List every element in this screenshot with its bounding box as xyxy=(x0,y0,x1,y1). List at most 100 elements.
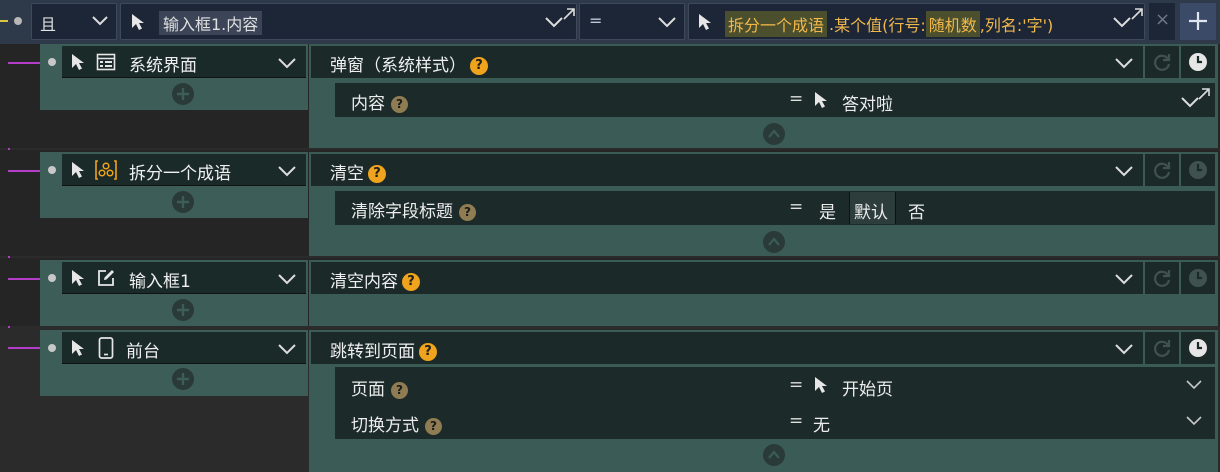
help-icon[interactable]: ? xyxy=(425,417,442,435)
chevron-down-icon xyxy=(1115,344,1133,355)
chevron-down-icon xyxy=(92,16,108,26)
cursor-icon xyxy=(132,14,144,30)
refresh-icon xyxy=(1154,340,1171,357)
drag-handle-dot[interactable] xyxy=(48,58,56,66)
action-select[interactable] xyxy=(311,154,1143,186)
tree-branch xyxy=(8,62,40,64)
help-icon[interactable]: ? xyxy=(402,273,420,291)
help-icon[interactable]: ? xyxy=(419,343,437,361)
condition-bar: 且 输入框1.内容 = 拆分一个成语 . 某个值 (行号: 随机数 ,列名:'字… xyxy=(0,0,1220,44)
expand-icon[interactable] xyxy=(562,7,576,21)
add-condition-button[interactable] xyxy=(1180,3,1216,40)
add-target-button[interactable] xyxy=(172,83,194,105)
chevron-down-icon xyxy=(1186,380,1202,390)
action-label: 跳转到页面? xyxy=(330,337,437,362)
loop-button[interactable] xyxy=(1145,262,1179,294)
delay-button[interactable] xyxy=(1181,332,1215,364)
target-select[interactable]: 系统界面 xyxy=(62,46,306,78)
logic-select[interactable]: 且 xyxy=(31,3,117,40)
option-no[interactable]: 否 xyxy=(896,192,940,224)
action-select[interactable] xyxy=(311,262,1143,294)
help-icon[interactable]: ? xyxy=(368,165,386,183)
phone-icon xyxy=(98,337,114,359)
delay-button[interactable] xyxy=(1181,154,1215,186)
left-operand-field[interactable]: 输入框1.内容 xyxy=(120,3,577,40)
clock-icon xyxy=(1189,339,1207,357)
action-label: 弹窗（系统样式）? xyxy=(330,51,488,76)
drag-handle-dot[interactable] xyxy=(48,344,56,352)
clock-icon xyxy=(1189,161,1207,179)
loop-button[interactable] xyxy=(1145,332,1179,364)
collapse-button[interactable] xyxy=(763,123,785,145)
remove-condition-button[interactable]: × xyxy=(1149,3,1175,40)
delay-button[interactable] xyxy=(1181,262,1215,294)
equals-sign: = xyxy=(789,197,804,217)
target-select[interactable]: 输入框1 xyxy=(62,262,306,294)
target-select[interactable]: 拆分一个成语 xyxy=(62,154,306,186)
expand-icon[interactable] xyxy=(1197,87,1211,101)
plus-icon xyxy=(177,196,189,208)
target-label: 前台 xyxy=(126,342,160,362)
chevron-down-icon xyxy=(1186,416,1202,426)
content-value: 答对啦 xyxy=(842,95,893,115)
page-value: 开始页 xyxy=(842,380,893,400)
expand-icon[interactable] xyxy=(1130,7,1144,21)
help-icon[interactable]: ? xyxy=(470,57,488,75)
arg-random: 随机数 xyxy=(925,11,980,37)
chevron-down-icon xyxy=(1115,58,1133,69)
option-default[interactable]: 默认 xyxy=(849,192,896,224)
content-value-field[interactable]: 答对啦 xyxy=(805,84,1215,116)
window-icon xyxy=(96,53,116,71)
target-label: 拆分一个成语 xyxy=(129,164,231,184)
tree-branch xyxy=(8,278,40,280)
chevron-down-icon xyxy=(278,274,296,285)
cursor-icon xyxy=(72,340,84,356)
target-select[interactable]: 前台 xyxy=(62,332,306,364)
refresh-icon xyxy=(1154,54,1171,71)
chevron-down-icon xyxy=(278,344,296,355)
collapse-button[interactable] xyxy=(763,231,785,253)
param-row: 清除字段标题? = xyxy=(335,191,1215,225)
operator-select[interactable]: = xyxy=(579,3,685,40)
add-target-button[interactable] xyxy=(172,299,194,321)
plus-icon xyxy=(177,373,189,385)
help-icon[interactable]: ? xyxy=(391,381,408,399)
param-label: 清除字段标题? xyxy=(351,197,476,222)
args-open: (行号: xyxy=(882,16,926,35)
function-name: 拆分一个成语 xyxy=(725,11,828,37)
help-icon[interactable]: ? xyxy=(459,203,476,221)
plus-icon xyxy=(177,304,189,316)
collapse-button[interactable] xyxy=(763,444,785,466)
option-yes[interactable]: 是 xyxy=(805,192,849,224)
method-name: 某个值 xyxy=(834,16,883,35)
option-yes-label: 是 xyxy=(819,203,836,223)
action-label: 清空内容? xyxy=(330,267,420,292)
loop-button[interactable] xyxy=(1145,154,1179,186)
cursor-icon xyxy=(72,162,84,178)
action-name: 跳转到页面 xyxy=(330,342,415,362)
right-operand-field[interactable]: 拆分一个成语 . 某个值 (行号: 随机数 ,列名:'字') xyxy=(688,3,1145,40)
add-target-button[interactable] xyxy=(172,191,194,213)
drag-handle-dot[interactable] xyxy=(14,17,22,25)
transition-select[interactable]: 无 xyxy=(805,405,1215,437)
target-label: 系统界面 xyxy=(129,56,197,76)
cursor-icon xyxy=(815,377,827,393)
left-operand-value: 输入框1.内容 xyxy=(159,11,263,35)
target-label: 输入框1 xyxy=(129,272,191,292)
plus-icon xyxy=(177,88,189,100)
refresh-icon xyxy=(1154,270,1171,287)
option-default-label: 默认 xyxy=(854,203,888,223)
help-icon[interactable]: ? xyxy=(391,95,408,113)
delay-button[interactable] xyxy=(1181,46,1215,78)
chevron-down-icon xyxy=(545,17,563,28)
drag-handle-dot[interactable] xyxy=(48,274,56,282)
logic-value: 且 xyxy=(40,15,57,34)
loop-button[interactable] xyxy=(1145,46,1179,78)
param-label: 内容? xyxy=(351,89,408,114)
drag-handle-dot[interactable] xyxy=(48,166,56,174)
equals-sign: = xyxy=(789,375,804,395)
page-select[interactable]: 开始页 xyxy=(805,369,1215,401)
right-operand-expression: 拆分一个成语 . 某个值 (行号: 随机数 ,列名:'字') xyxy=(725,11,1053,37)
add-target-button[interactable] xyxy=(172,368,194,390)
chevron-down-icon xyxy=(278,58,296,69)
